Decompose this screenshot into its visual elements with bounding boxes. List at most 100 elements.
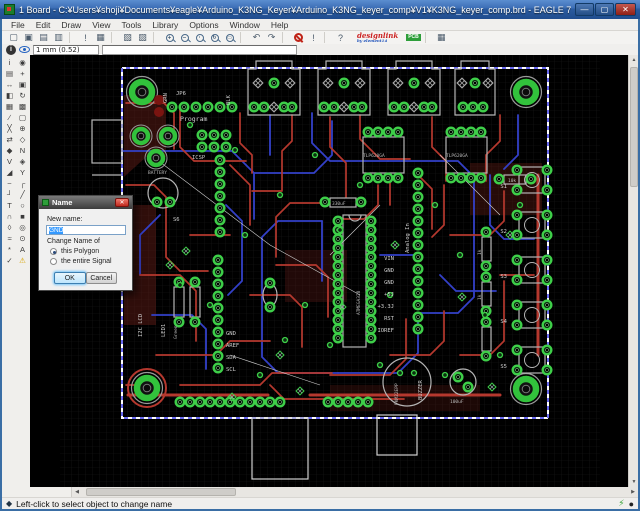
pcb-quote-logo[interactable]: PCB bbox=[406, 33, 421, 42]
tool-miter[interactable]: ◢ bbox=[3, 167, 16, 178]
tool-ratsnest[interactable]: * bbox=[3, 244, 16, 255]
menu-view[interactable]: View bbox=[87, 20, 115, 30]
tool-wire[interactable]: ╱ bbox=[16, 189, 29, 200]
tool-via[interactable]: ◎ bbox=[16, 222, 29, 233]
cancel-button[interactable]: Cancel bbox=[85, 272, 117, 284]
menu-draw[interactable]: Draw bbox=[56, 20, 86, 30]
info-icon[interactable]: i bbox=[6, 44, 16, 55]
tool-rotate[interactable]: ↻ bbox=[16, 90, 29, 101]
tool-group[interactable]: ▦ bbox=[3, 101, 16, 112]
grid-button[interactable]: ▦ bbox=[435, 32, 448, 43]
dialog-close-icon[interactable]: ✕ bbox=[115, 198, 129, 207]
stop-button[interactable] bbox=[292, 32, 305, 43]
dialog-title-bar[interactable]: Name ✕ bbox=[39, 196, 132, 209]
radio-signal-circle[interactable] bbox=[50, 258, 57, 265]
name-input-value: GND bbox=[49, 227, 64, 234]
help-button[interactable]: ? bbox=[334, 32, 347, 43]
horizontal-scrollbar[interactable]: ◀ ▶ bbox=[2, 487, 638, 497]
tool-add[interactable]: ⊕ bbox=[16, 123, 29, 134]
cam-button[interactable]: ▥ bbox=[52, 32, 65, 43]
menu-help[interactable]: Help bbox=[266, 20, 293, 30]
svg-text:ATMEGA328: ATMEGA328 bbox=[356, 290, 362, 315]
save-button[interactable]: ▣ bbox=[22, 32, 35, 43]
menu-window[interactable]: Window bbox=[225, 20, 265, 30]
tool-errors[interactable]: ⚠ bbox=[16, 255, 29, 266]
name-input[interactable]: GND bbox=[46, 225, 126, 235]
tool-lock[interactable]: ◆ bbox=[3, 145, 16, 156]
zoom-in-icon[interactable]: + bbox=[163, 32, 176, 43]
scroll-left-icon[interactable]: ◀ bbox=[72, 487, 82, 497]
tool-move[interactable]: ↔ bbox=[3, 79, 16, 90]
library-button[interactable]: ▦ bbox=[94, 32, 107, 43]
tool-change[interactable]: ▩ bbox=[16, 101, 29, 112]
tool-arc[interactable]: ∩ bbox=[3, 211, 16, 222]
tool-cut[interactable]: ∕ bbox=[3, 112, 16, 123]
cursor-icon: ◆ bbox=[6, 499, 13, 508]
undo-button[interactable]: ↶ bbox=[250, 32, 263, 43]
tool-route[interactable]: ┌ bbox=[16, 178, 29, 189]
tool-polygon[interactable]: ◊ bbox=[3, 222, 16, 233]
vertical-scrollbar[interactable]: ▲ ▼ bbox=[628, 55, 638, 487]
ratsnest-status-icon: ⚡ bbox=[618, 498, 625, 508]
svg-text:S4: S4 bbox=[500, 319, 507, 325]
tool-smash[interactable]: ◈ bbox=[16, 156, 29, 167]
minimize-button[interactable]: — bbox=[575, 3, 594, 16]
hscroll-thumb[interactable] bbox=[86, 488, 236, 496]
eye-icon[interactable] bbox=[19, 46, 30, 53]
sheet-button-b[interactable]: ▨ bbox=[136, 32, 149, 43]
script-button[interactable]: ! bbox=[79, 32, 92, 43]
radio-entire-signal[interactable]: the entire Signal bbox=[50, 258, 125, 265]
tool-paste[interactable]: ▢ bbox=[16, 112, 29, 123]
tool-ripup[interactable]: ┘ bbox=[3, 189, 16, 200]
command-input[interactable] bbox=[102, 44, 297, 55]
change-name-label: Change Name of bbox=[47, 238, 100, 245]
tool-drc[interactable]: ✓ bbox=[3, 255, 16, 266]
menu-options[interactable]: Options bbox=[184, 20, 223, 30]
maximize-button[interactable]: ▢ bbox=[595, 3, 614, 16]
redo-button[interactable]: ↷ bbox=[265, 32, 278, 43]
menu-file[interactable]: File bbox=[6, 20, 30, 30]
sheet-button-a[interactable]: ▧ bbox=[121, 32, 134, 43]
menu-edit[interactable]: Edit bbox=[31, 20, 56, 30]
tool-text[interactable]: T bbox=[3, 200, 16, 211]
close-button[interactable]: ✕ bbox=[615, 3, 636, 16]
tool-mark[interactable]: + bbox=[16, 68, 29, 79]
tool-pinswap[interactable]: ⇄ bbox=[3, 134, 16, 145]
scroll-down-icon[interactable]: ▼ bbox=[629, 477, 639, 487]
menu-tools[interactable]: Tools bbox=[116, 20, 146, 30]
tool-optimize[interactable]: ~ bbox=[3, 178, 16, 189]
tool-value[interactable]: V bbox=[3, 156, 16, 167]
go-button[interactable]: ! bbox=[307, 32, 320, 43]
tool-signal[interactable]: ≈ bbox=[3, 233, 16, 244]
zoom-fit-icon[interactable]: · bbox=[193, 32, 206, 43]
designlink-logo[interactable]: designlink by element14 bbox=[357, 32, 398, 43]
zoom-redraw-icon[interactable]: ↻ bbox=[208, 32, 221, 43]
svg-text:S5: S5 bbox=[500, 364, 507, 370]
tool-copy[interactable]: ▣ bbox=[16, 79, 29, 90]
tool-replace[interactable]: ◇ bbox=[16, 134, 29, 145]
tool-mirror[interactable]: ◧ bbox=[3, 90, 16, 101]
tool-palette: i ◉ ▤ + ↔ ▣ ◧ ↻ ▦ ▩ ∕ ▢ ╳ ⊕ ⇄ ◇ ◆ N V ◈ … bbox=[2, 55, 30, 487]
zoom-select-icon[interactable]: ▭ bbox=[223, 32, 236, 43]
tool-name[interactable]: N bbox=[16, 145, 29, 156]
tool-info[interactable]: i bbox=[3, 57, 16, 68]
tool-delete[interactable]: ╳ bbox=[3, 123, 16, 134]
title-bar[interactable]: 1 Board - C:¥Users¥shoji¥Documents¥eagle… bbox=[0, 0, 640, 19]
open-button[interactable]: ▢ bbox=[7, 32, 20, 43]
tool-split[interactable]: Y bbox=[16, 167, 29, 178]
menu-library[interactable]: Library bbox=[147, 20, 183, 30]
vscroll-thumb[interactable] bbox=[630, 67, 638, 187]
scroll-right-icon[interactable]: ▶ bbox=[628, 487, 638, 497]
tool-rect[interactable]: ■ bbox=[16, 211, 29, 222]
scroll-up-icon[interactable]: ▲ bbox=[629, 55, 639, 65]
ok-button[interactable]: OK bbox=[54, 272, 86, 284]
zoom-out-icon[interactable]: − bbox=[178, 32, 191, 43]
radio-polygon-circle[interactable] bbox=[50, 248, 57, 255]
tool-show[interactable]: ◉ bbox=[16, 57, 29, 68]
print-button[interactable]: ▤ bbox=[37, 32, 50, 43]
radio-this-polygon[interactable]: this Polygon bbox=[50, 248, 125, 255]
tool-display[interactable]: ▤ bbox=[3, 68, 16, 79]
tool-hole[interactable]: ⊙ bbox=[16, 233, 29, 244]
tool-circle[interactable]: ○ bbox=[16, 200, 29, 211]
tool-auto[interactable]: A bbox=[16, 244, 29, 255]
